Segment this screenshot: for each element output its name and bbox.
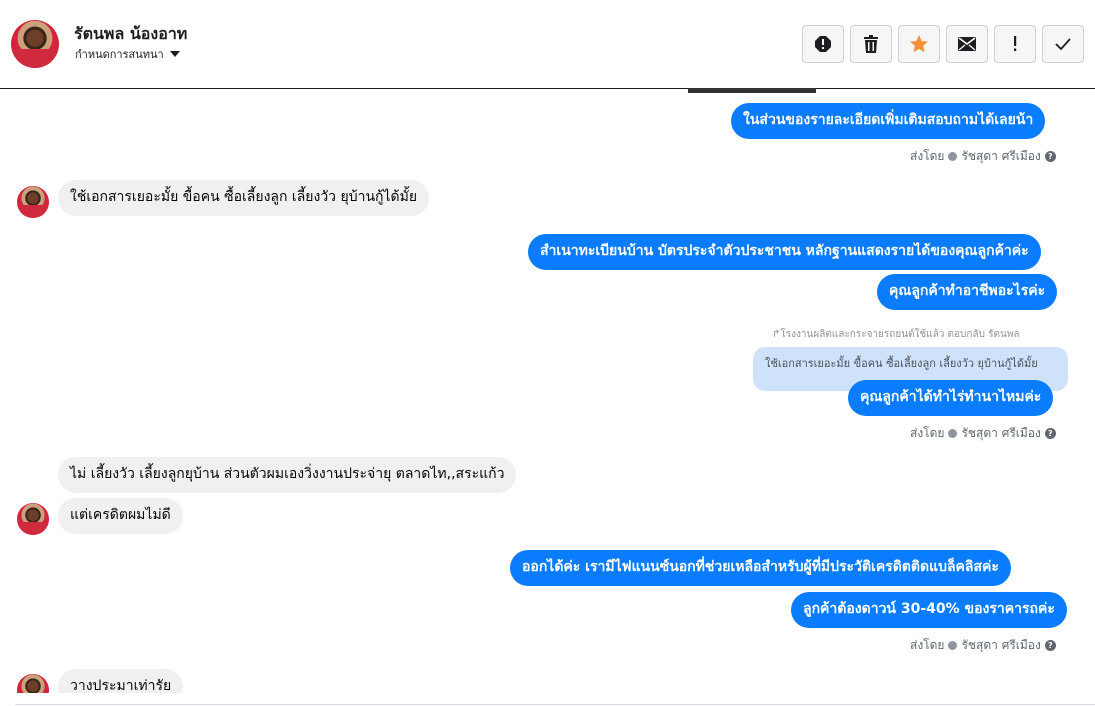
reply-context-text: โรงงานผลิตและกระจายรถยนต์ใช้แล้ว ตอบกลับ… [780,329,1020,340]
contact-avatar[interactable] [11,20,59,68]
agent-status-icon [948,429,958,438]
mark-unread-button[interactable] [946,25,988,63]
contact-avatar-small[interactable] [17,503,49,535]
contact-name[interactable]: รัตนพล น้องอาท [74,22,187,47]
assign-label: กำหนดการสนทนา [75,48,164,61]
trash-icon [864,35,878,53]
message-outgoing[interactable]: สำเนาทะเบียนบ้าน บัตรประจำตัวประชาชน หลั… [528,234,1041,270]
sent-by-text: ส่งโดย [910,426,945,440]
assign-conversation-dropdown[interactable]: กำหนดการสนทนา [75,45,180,63]
message-clip-area: วางประมาเท่ารัย [0,660,1095,693]
message-outgoing[interactable]: ลูกค้าต้องดาวน์ 30-40% ของราคารถค่ะ [791,592,1067,628]
message-outgoing[interactable]: คุณลูกค้าได้ทำไร่ทำนาไหมค่ะ [848,380,1054,416]
message-outgoing[interactable]: ในส่วนของรายละเอียดเพิ่มเติมสอบถามได้เลย… [731,103,1046,139]
help-icon[interactable]: ? [1044,151,1056,162]
follow-up-button[interactable] [994,25,1036,63]
sent-by-label: ส่งโดย รัชสุดา ศรีเมือง ? [910,636,1056,655]
exclamation-icon [1014,36,1017,51]
message-incoming[interactable]: ไม่ เลี้ยงวัว เลี้ยงลูกยุบ้าน ส่วนตัวผมเ… [58,457,517,493]
sent-by-text: ส่งโดย [910,638,945,652]
envelope-icon [958,37,976,51]
contact-avatar-small[interactable] [17,674,49,693]
agent-status-icon [948,641,958,650]
sent-by-label: ส่งโดย รัชสุดา ศรีเมือง ? [910,147,1056,166]
message-incoming[interactable]: ใช้เอกสารเยอะมั้ย ขื้อคน ซื้อเลี้ยงลูก เ… [58,180,430,216]
conversation-header: รัตนพล น้องอาท กำหนดการสนทนา [0,0,1095,89]
spam-icon [815,36,831,52]
message-outgoing[interactable]: คุณลูกค้าทำอาชีพอะไรค่ะ [877,274,1058,310]
composer-divider [15,704,1095,705]
agent-status-icon [948,152,958,161]
attachment-thumbnail-edge[interactable] [688,88,816,93]
star-icon [910,35,928,53]
message-incoming[interactable]: แต่เครดิตผมไม่ดี [58,498,183,534]
mark-done-button[interactable] [1042,25,1084,63]
agent-name[interactable]: รัชสุดา ศรีเมือง [961,636,1040,655]
sent-by-label: ส่งโดย รัชสุดา ศรีเมือง ? [910,424,1056,443]
contact-avatar-small[interactable] [17,186,49,218]
help-icon[interactable]: ? [1044,428,1056,439]
caret-down-icon [169,51,180,57]
mark-spam-button[interactable] [802,25,844,63]
delete-button[interactable] [850,25,892,63]
reply-context-note: ↱โรงงานผลิตและกระจายรถยนต์ใช้แล้ว ตอบกลั… [772,327,1020,342]
message-incoming[interactable]: วางประมาเท่ารัย [58,669,184,693]
star-button[interactable] [898,25,940,63]
agent-name[interactable]: รัชสุดา ศรีเมือง [961,424,1040,443]
agent-name[interactable]: รัชสุดา ศรีเมือง [961,147,1040,166]
sent-by-text: ส่งโดย [910,149,945,163]
message-outgoing[interactable]: ออกได้ค่ะ เรามีไฟแนนซ์นอกที่ช่วยเหลือสำห… [510,550,1011,586]
help-icon[interactable]: ? [1044,640,1056,651]
header-actions [802,25,1084,63]
check-icon [1055,38,1071,50]
